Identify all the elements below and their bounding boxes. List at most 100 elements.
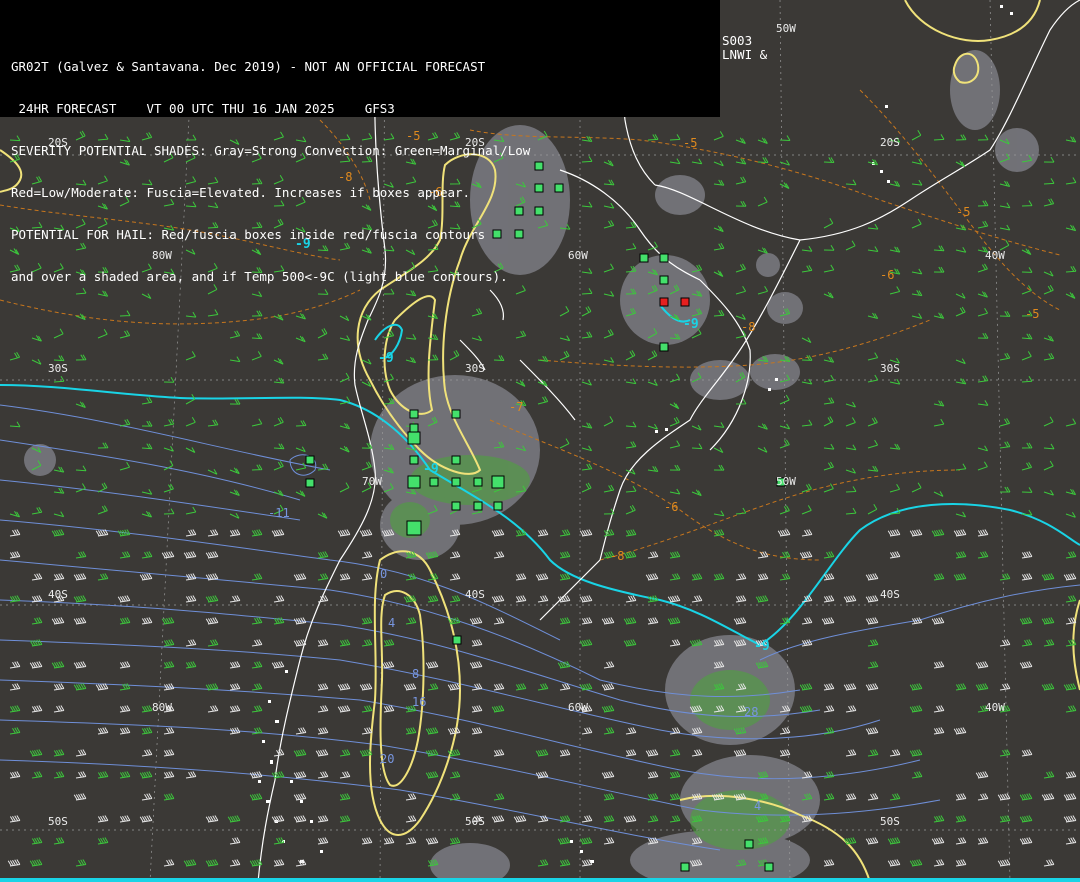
wind-barb: [867, 504, 878, 515]
wind-barb: [977, 551, 989, 559]
wind-barb: [647, 617, 659, 625]
wind-barb: [361, 573, 373, 581]
wind-barb: [75, 483, 86, 493]
wind-barb: [999, 418, 1011, 427]
wind-barb: [449, 595, 461, 603]
wind-barb: [669, 793, 681, 801]
isotherm-label: -6: [880, 268, 894, 282]
wind-barb: [843, 683, 857, 691]
wind-barb: [119, 727, 131, 735]
isotherm-label: -5: [956, 205, 970, 219]
header-line: 24HR FORECAST VT 00 UTC THU 16 JAN 2025 …: [11, 101, 395, 116]
wind-barb: [997, 793, 1011, 801]
wind-barb: [469, 661, 483, 669]
wind-barb: [293, 815, 307, 823]
wind-barb: [735, 286, 747, 295]
lon-label-50w: 50W: [776, 22, 796, 35]
wind-barb: [779, 182, 790, 189]
wind-barb: [581, 445, 593, 452]
wind-barb: [425, 727, 439, 735]
wind-barb: [317, 328, 328, 339]
wind-barb: [449, 837, 461, 845]
wind-barb: [823, 705, 835, 713]
wind-barb: [31, 617, 43, 625]
wind-barb: [185, 447, 196, 453]
lat-label-50s: 50S: [465, 815, 485, 828]
green-box: [473, 477, 483, 487]
wind-barb: [977, 837, 989, 845]
wind-barb: [801, 529, 813, 537]
wind-barb: [603, 529, 615, 537]
wind-barb: [53, 355, 65, 362]
wind-barb: [845, 507, 857, 515]
wind-barb: [51, 617, 65, 625]
wind-barb: [601, 771, 615, 779]
wind-barb: [823, 793, 835, 801]
wind-barb: [229, 330, 241, 339]
wind-barb: [889, 793, 901, 801]
wind-barb: [383, 639, 395, 647]
wind-barb: [911, 218, 922, 229]
wind-barb: [229, 398, 241, 405]
wind-barb: [273, 443, 285, 450]
wind-barb: [119, 815, 131, 823]
wind-barb: [1065, 265, 1077, 273]
wind-barb: [29, 749, 43, 757]
wind-barb: [625, 529, 637, 537]
wind-barb: [999, 573, 1011, 581]
wind-barb: [1043, 443, 1055, 450]
wind-barb: [161, 617, 175, 625]
wind-barb: [559, 617, 571, 625]
forecast-header: GR02T (Galvez & Santavana. Dec 2019) - N…: [0, 0, 720, 284]
wind-barb: [581, 617, 593, 625]
wind-barb: [955, 463, 967, 471]
wind-barb: [933, 134, 945, 141]
wind-barb: [559, 335, 571, 342]
wind-barb: [977, 400, 989, 406]
green-box: [305, 455, 315, 465]
wind-barb: [625, 505, 636, 515]
wind-barb: [977, 134, 989, 141]
wind-barb: [141, 551, 153, 559]
wind-barb: [229, 513, 240, 519]
wind-barb: [1000, 486, 1011, 493]
wind-barb: [425, 837, 439, 845]
wind-barb: [1065, 512, 1076, 518]
wind-barb: [537, 529, 549, 537]
wind-barb: [163, 771, 175, 779]
wind-barb: [955, 293, 966, 299]
wind-barb: [361, 705, 373, 713]
wind-barb: [293, 793, 307, 801]
wind-barb: [1041, 617, 1055, 625]
wind-barb: [977, 529, 989, 537]
wind-barb: [647, 350, 658, 361]
wind-barb: [977, 461, 988, 471]
wind-barb: [449, 350, 460, 361]
wind-barb: [1019, 661, 1033, 669]
wind-barb: [1043, 198, 1055, 207]
lat-label-30s: 30S: [465, 362, 485, 375]
wind-barb: [845, 444, 857, 451]
lat-label-20s: 20S: [880, 136, 900, 149]
wind-barb: [493, 749, 505, 757]
wind-barb: [29, 661, 43, 669]
wind-barb: [933, 312, 945, 319]
green-box: [429, 477, 439, 487]
wind-barb: [625, 749, 637, 757]
wind-barb: [999, 639, 1011, 647]
wind-barb: [31, 705, 43, 713]
wind-barb: [735, 507, 747, 515]
wind-barb: [625, 595, 637, 603]
wind-barb: [491, 595, 505, 603]
wind-barb: [73, 573, 87, 581]
wind-barb: [163, 749, 175, 757]
wind-barb: [999, 352, 1011, 361]
wind-barb: [339, 445, 350, 453]
wind-barb: [207, 529, 219, 537]
wind-barb: [757, 286, 769, 295]
forecast-map-panel: 20S 20S 20S 80W 60W 40W 50W 30S 30S 30S …: [0, 0, 1080, 882]
wind-barb: [339, 749, 351, 757]
wind-barb: [295, 727, 307, 735]
wind-barb: [823, 483, 834, 493]
wind-barb: [141, 397, 153, 405]
